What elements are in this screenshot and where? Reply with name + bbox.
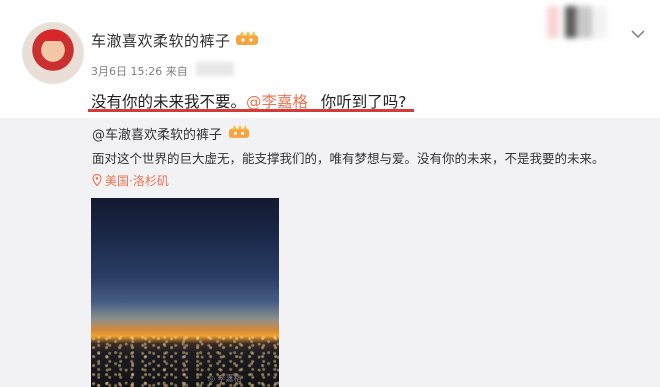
- chevron-down-icon[interactable]: [631, 29, 645, 39]
- location-label: 美国·洛杉矶: [105, 174, 169, 188]
- image-watermark: ◎ 李嘉格: [208, 374, 242, 383]
- blurred-redaction: [547, 6, 607, 38]
- post-meta: 3月6日 15:26 来自: [91, 65, 188, 78]
- location-link[interactable]: 美国·洛杉矶: [92, 172, 169, 189]
- avatar-bow: [41, 31, 65, 41]
- post-photo[interactable]: [91, 198, 279, 387]
- weibo-post-screenshot: 车澈喜欢柔软的裤子 3月6日 15:26 来自 没有你的未来我不要。@李嘉格_ …: [0, 0, 660, 387]
- highlight-underline: [88, 109, 414, 112]
- vip-badge-icon: [228, 125, 250, 138]
- meta-redaction: [196, 62, 234, 76]
- city-lights: [91, 335, 279, 387]
- post-username[interactable]: 车澈喜欢柔软的裤子: [91, 30, 231, 51]
- avatar[interactable]: [22, 22, 84, 84]
- repost-username-link[interactable]: @车澈喜欢柔软的裤子: [92, 124, 222, 143]
- repost-text: 面对这个世界的巨大虚无，能支撑我们的，唯有梦想与爱。没有你的未来，不是我要的未来…: [92, 151, 605, 166]
- vip-badge-icon: [236, 31, 258, 45]
- location-pin-icon: [92, 174, 102, 186]
